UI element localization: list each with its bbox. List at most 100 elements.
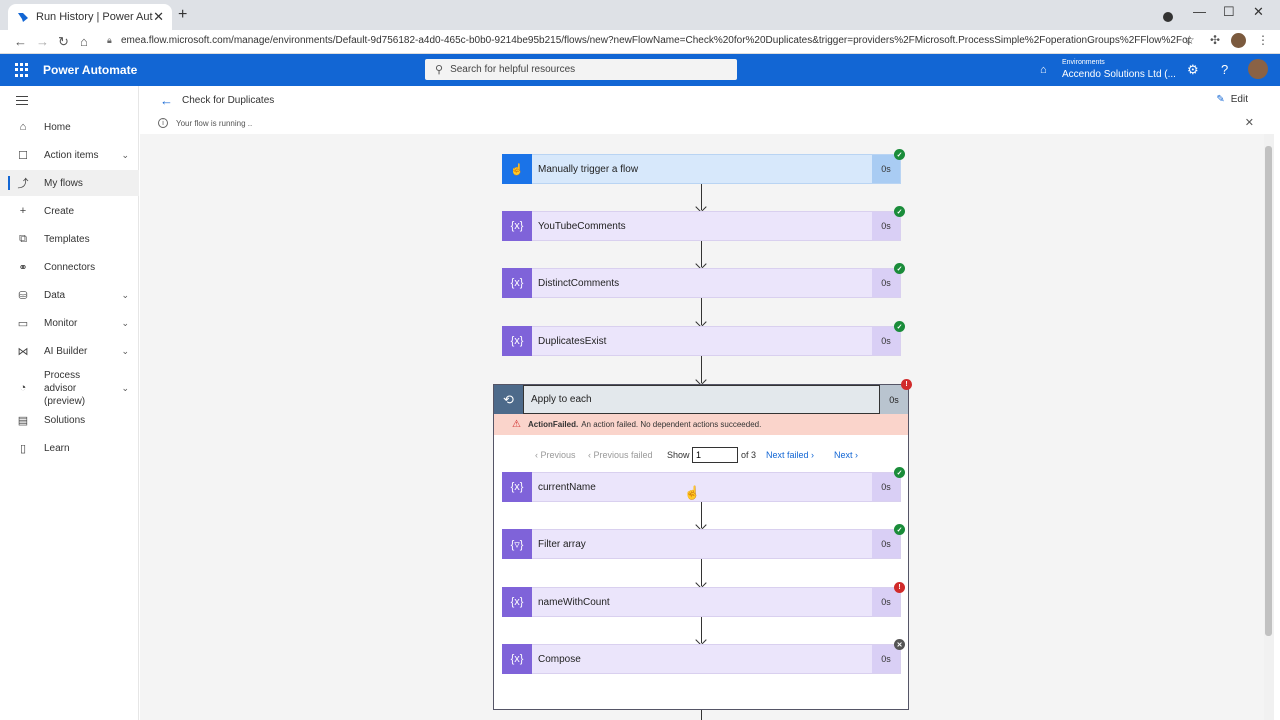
sidebar-item-templates[interactable]: ⧉ Templates	[0, 226, 139, 252]
sidebar-item-connectors[interactable]: ⚭ Connectors	[0, 254, 139, 280]
flow-step-card[interactable]: {x} YouTubeComments 0s	[502, 211, 901, 241]
help-icon[interactable]: ?	[1221, 62, 1228, 77]
sidebar-item-my-flows[interactable]: ⤴ My flows	[0, 170, 139, 196]
next-label: Next	[834, 450, 853, 460]
extensions-icon[interactable]: ✣	[1210, 33, 1220, 47]
chevron-down-icon[interactable]: ⌄	[121, 382, 129, 395]
back-arrow-icon[interactable]: ←	[14, 34, 27, 49]
back-arrow-icon[interactable]: ←	[160, 93, 173, 108]
url-field[interactable]: emea.flow.microsoft.com/manage/environme…	[121, 35, 1191, 46]
pencil-icon: ✎	[1216, 94, 1225, 105]
sidebar-item-create[interactable]: + Create	[0, 198, 139, 224]
sidebar-item-ai-builder[interactable]: ⋈ AI Builder ⌄	[0, 338, 139, 364]
browser-tab-bar: Run History | Power Automate ✕ + — ☐ ✕	[0, 0, 1280, 30]
user-avatar[interactable]	[1248, 59, 1268, 79]
manual-trigger-icon: ☝	[502, 154, 532, 184]
book-icon: ▯	[19, 442, 27, 455]
success-check-icon: ✓	[894, 149, 905, 160]
flow-step-card[interactable]: {x} currentName 0s	[502, 472, 901, 502]
address-bar: ← → ↻ ⌂ 🔒︎ emea.flow.microsoft.com/manag…	[0, 30, 1280, 54]
command-bar: ← Check for Duplicates ✎ Edit i Your flow…	[140, 86, 1264, 134]
connector-arrow	[701, 710, 702, 720]
previous-button[interactable]: ‹ Previous	[535, 450, 576, 460]
step-label: Manually trigger a flow	[532, 155, 872, 183]
home-browser-icon[interactable]: ⌂	[80, 34, 88, 49]
sidebar-item-learn[interactable]: ▯ Learn	[0, 435, 139, 461]
connector-icon: ⚭	[18, 261, 28, 274]
iteration-pager: ‹ Previous ‹ Previous failed Show of 3 N…	[494, 447, 908, 463]
sidebar-item-label: Templates	[44, 233, 90, 245]
forward-arrow-icon[interactable]: →	[36, 34, 49, 49]
environment-icon: ⌂	[1040, 64, 1047, 76]
chevron-down-icon[interactable]: ⌄	[121, 346, 129, 357]
next-failed-button[interactable]: Next failed ›	[766, 450, 814, 460]
search-icon: ⚲	[435, 64, 444, 76]
flow-step-card[interactable]: ☝ Manually trigger a flow 0s	[502, 154, 901, 184]
success-check-icon: ✓	[894, 524, 905, 535]
browser-profile-avatar[interactable]	[1231, 33, 1246, 48]
scrollbar-thumb[interactable]	[1265, 146, 1272, 636]
home-icon: ⌂	[19, 121, 27, 133]
step-label: DistinctComments	[532, 269, 872, 297]
app-launcher-icon[interactable]	[15, 63, 29, 77]
sidebar-item-home[interactable]: ⌂ Home	[0, 114, 139, 140]
sidebar-item-label: Action items	[44, 149, 99, 161]
chevron-down-icon[interactable]: ⌄	[121, 318, 129, 329]
environment-label: Environments	[1062, 59, 1105, 66]
hamburger-menu-icon[interactable]	[16, 96, 28, 108]
loop-error-badge-icon: !	[901, 379, 912, 390]
step-label: nameWithCount	[532, 588, 872, 616]
step-label: YouTubeComments	[532, 212, 872, 240]
previous-failed-button[interactable]: ‹ Previous failed	[588, 450, 653, 460]
chevron-down-icon[interactable]: ⌄	[121, 150, 129, 161]
sidebar-item-label: Solutions	[44, 414, 86, 426]
error-icon: !	[894, 582, 905, 593]
error-message: An action failed. No dependent actions s…	[581, 420, 762, 429]
solutions-icon: ▤	[17, 414, 29, 427]
edit-button[interactable]: ✎ Edit	[1216, 94, 1248, 105]
chevron-down-icon[interactable]: ⌄	[121, 290, 129, 301]
success-check-icon: ✓	[894, 321, 905, 332]
sidebar-item-label: Connectors	[44, 261, 96, 273]
search-box[interactable]: ⚲ Search for helpful resources	[425, 59, 737, 80]
new-tab-button[interactable]: +	[178, 6, 187, 24]
loop-icon: ⟲	[494, 385, 523, 414]
sidebar-item-solutions[interactable]: ▤ Solutions	[0, 407, 139, 433]
sidebar-item-process-advisor-preview[interactable]: ◔ Process advisor (preview) ⌄	[0, 370, 139, 407]
minimize-button[interactable]: —	[1193, 4, 1206, 19]
flow-step-card[interactable]: {x} nameWithCount 0s	[502, 587, 901, 617]
settings-gear-icon[interactable]: ⚙	[1187, 62, 1199, 78]
variable-icon: {x}	[502, 472, 532, 502]
app-name[interactable]: Power Automate	[43, 63, 137, 77]
lock-icon: 🔒︎	[107, 35, 112, 45]
sidebar-item-label: Process advisor (preview)	[44, 369, 86, 407]
sidebar-item-monitor[interactable]: ▭ Monitor ⌄	[0, 310, 139, 336]
record-indicator-icon	[1163, 12, 1173, 22]
apply-to-each-header[interactable]: ⟲ Apply to each 0s	[494, 385, 908, 414]
sidebar-item-data[interactable]: ⛁ Data ⌄	[0, 282, 139, 308]
info-icon: i	[158, 118, 168, 128]
variable-icon: {x}	[502, 211, 532, 241]
next-button[interactable]: Next ›	[834, 450, 858, 460]
flow-step-card[interactable]: {x} DuplicatesExist 0s	[502, 326, 901, 356]
filter-icon: {▿}	[502, 529, 532, 559]
bookmark-star-icon[interactable]: ☆	[1184, 33, 1195, 47]
apply-to-each-label: Apply to each	[523, 385, 880, 414]
browser-tab[interactable]: Run History | Power Automate ✕	[8, 4, 172, 30]
iteration-input[interactable]	[692, 447, 738, 463]
reload-icon[interactable]: ↻	[58, 34, 69, 50]
flow-step-card[interactable]: {x} Compose 0s	[502, 644, 901, 674]
close-window-button[interactable]: ✕	[1253, 4, 1264, 20]
dismiss-status-icon[interactable]: ✕	[1245, 116, 1254, 129]
flow-step-card[interactable]: {x} DistinctComments 0s	[502, 268, 901, 298]
sidebar-item-action-items[interactable]: ☐ Action items ⌄	[0, 142, 139, 168]
maximize-button[interactable]: ☐	[1223, 4, 1235, 20]
monitor-icon: ▭	[17, 317, 29, 330]
browser-menu-icon[interactable]: ⋮	[1257, 33, 1269, 47]
success-check-icon: ✓	[894, 263, 905, 274]
app-header: Power Automate ⚲ Search for helpful reso…	[0, 54, 1280, 86]
error-code: ActionFailed.	[527, 420, 579, 429]
tab-close-icon[interactable]: ✕	[153, 9, 164, 25]
variable-icon: {x}	[502, 326, 532, 356]
flow-step-card[interactable]: {▿} Filter array 0s	[502, 529, 901, 559]
